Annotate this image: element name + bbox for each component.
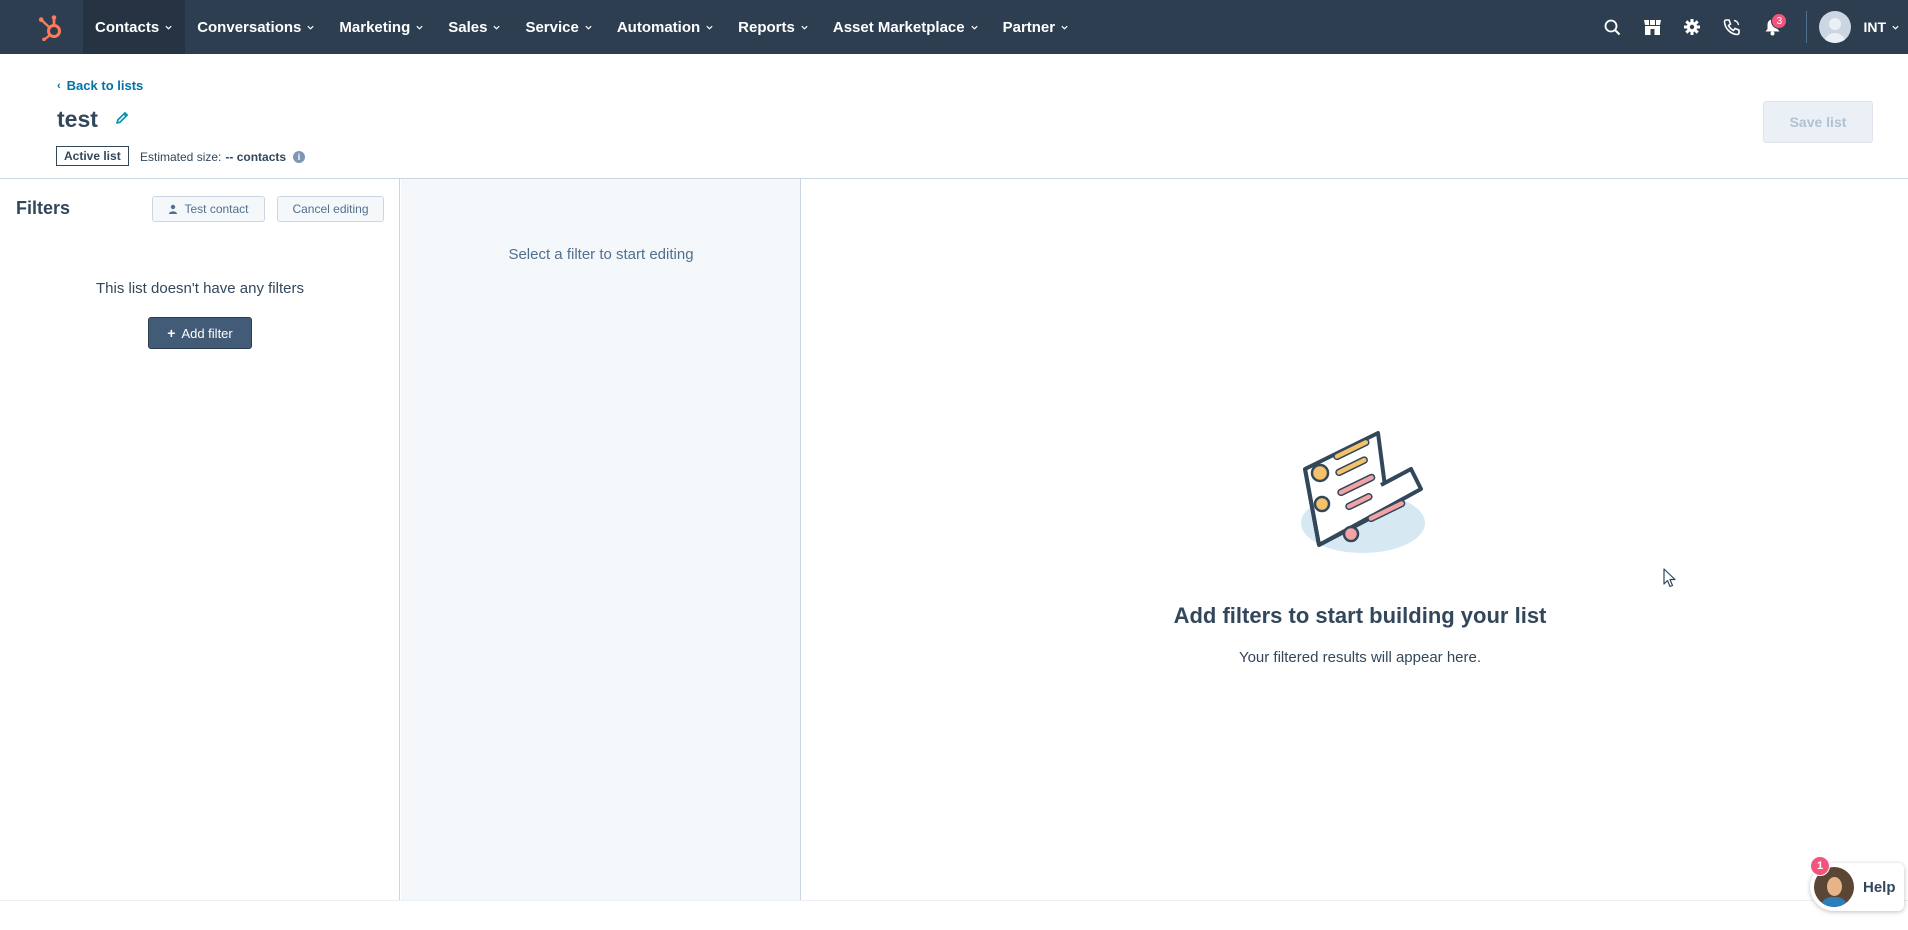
person-icon — [169, 204, 178, 214]
test-contact-label: Test contact — [184, 202, 249, 216]
chevron-left-icon: ‹ — [57, 79, 61, 92]
plus-icon: + — [167, 325, 176, 341]
back-link-label: Back to lists — [66, 78, 144, 93]
add-filter-label: Add filter — [181, 325, 233, 341]
nav-item-label: Reports — [738, 18, 795, 36]
search-icon[interactable] — [1592, 0, 1632, 54]
notifications-icon[interactable]: 3 — [1752, 0, 1792, 54]
empty-state-title: Add filters to start building your list — [1173, 603, 1547, 628]
cancel-editing-button[interactable]: Cancel editing — [277, 196, 384, 222]
user-avatar[interactable] — [1819, 11, 1852, 43]
notification-count-badge: 3 — [1771, 13, 1788, 29]
nav-item-label: Service — [525, 18, 579, 36]
nav-item-automation[interactable]: Automation — [605, 0, 726, 54]
list-illustration-icon — [1301, 431, 1425, 553]
nav-item-label: Conversations — [197, 18, 302, 36]
hubspot-logo-icon[interactable] — [23, 0, 79, 54]
empty-state-subtitle: Your filtered results will appear here. — [1238, 649, 1482, 666]
nav-divider — [1806, 11, 1808, 43]
chevron-down-icon — [801, 25, 808, 30]
list-type-tag: Active list — [56, 146, 129, 166]
nav-item-asset-marketplace[interactable]: Asset Marketplace — [821, 0, 991, 54]
nav-item-label: Sales — [448, 18, 488, 36]
chevron-down-icon — [970, 25, 978, 30]
nav-item-marketing[interactable]: Marketing — [327, 0, 436, 54]
settings-icon[interactable] — [1672, 0, 1712, 54]
test-contact-button[interactable]: Test contact — [152, 196, 265, 222]
list-name-title: test — [57, 106, 98, 132]
chevron-down-icon — [416, 25, 423, 30]
nav-item-label: Automation — [616, 18, 701, 36]
estimated-size: Estimated size: -- contacts i — [140, 150, 306, 164]
nav-item-service[interactable]: Service — [513, 0, 604, 54]
account-menu[interactable]: INT — [1863, 19, 1900, 35]
save-list-button[interactable]: Save list — [1763, 101, 1873, 143]
marketplace-icon[interactable] — [1632, 0, 1672, 54]
estimated-size-label: Estimated size: — [140, 150, 222, 164]
nav-item-label: Partner — [1002, 18, 1056, 36]
chevron-down-icon — [307, 25, 315, 30]
editor-placeholder: Select a filter to start editing — [508, 246, 694, 263]
nav-utilities: 3 INT — [1592, 0, 1908, 54]
nav-item-label: Contacts — [95, 18, 160, 36]
chevron-down-icon — [1061, 25, 1068, 30]
page-bottom-edge — [0, 900, 1908, 930]
nav-item-conversations[interactable]: Conversations — [185, 0, 327, 54]
nav-item-reports[interactable]: Reports — [726, 0, 821, 54]
filters-title: Filters — [16, 198, 71, 218]
top-navigation: Contacts Conversations Marketing Sales S… — [0, 0, 1908, 54]
add-filter-button[interactable]: + Add filter — [148, 317, 252, 349]
help-notification-badge: 1 — [1810, 856, 1830, 876]
chevron-down-icon — [493, 25, 501, 30]
nav-item-label: Marketing — [339, 18, 411, 36]
help-label: Help — [1863, 878, 1896, 896]
nav-item-sales[interactable]: Sales — [436, 0, 513, 54]
nav-item-partner[interactable]: Partner — [991, 0, 1082, 54]
calling-icon[interactable] — [1712, 0, 1752, 54]
chevron-down-icon — [706, 25, 713, 30]
edit-pencil-icon[interactable] — [114, 110, 130, 126]
chevron-down-icon — [585, 25, 592, 30]
chevron-down-icon — [165, 25, 172, 30]
estimated-size-value: -- contacts — [225, 150, 287, 164]
no-filters-message: This list doesn't have any filters — [96, 280, 304, 297]
back-to-lists-link[interactable]: ‹ Back to lists — [57, 78, 143, 93]
account-label: INT — [1863, 19, 1886, 35]
filter-editor-panel: Select a filter to start editing — [401, 179, 801, 900]
nav-item-contacts[interactable]: Contacts — [83, 0, 186, 54]
filters-panel: Filters Test contact Cancel editing This… — [0, 179, 400, 900]
chevron-down-icon — [1892, 25, 1899, 30]
results-empty-state: Add filters to start building your list … — [801, 179, 1908, 900]
nav-item-label: Asset Marketplace — [832, 18, 965, 36]
info-icon[interactable]: i — [293, 151, 306, 163]
mouse-cursor-icon — [1663, 568, 1676, 588]
